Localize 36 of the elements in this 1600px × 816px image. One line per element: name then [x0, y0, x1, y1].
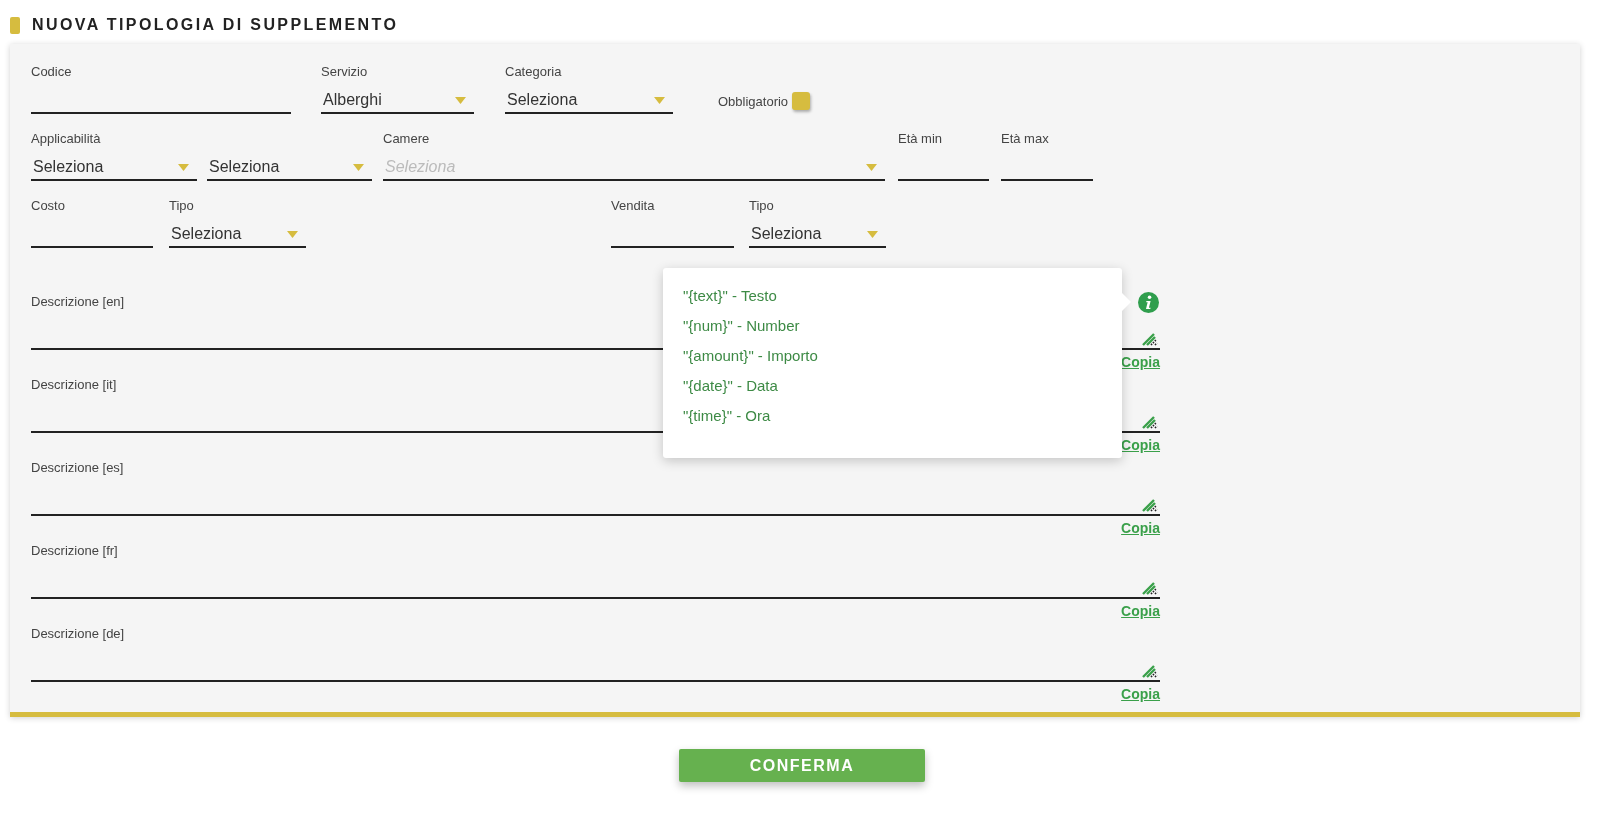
- placeholder-hint: "{amount}" - Importo: [683, 346, 819, 366]
- placeholder-hint: "{text}" - Testo: [683, 286, 778, 306]
- field-label: Camere: [383, 131, 431, 147]
- placeholder-hint: "{num}" - Number: [683, 316, 801, 336]
- field-label: Età min: [898, 131, 944, 147]
- confirm-button[interactable]: CONFERMA: [679, 749, 925, 782]
- dropdown[interactable]: Seleziona: [383, 155, 885, 181]
- field-label: Costo: [31, 198, 66, 214]
- field-label: Età max: [1001, 131, 1050, 147]
- field-label: Categoria: [505, 64, 563, 80]
- field-label: Vendita: [611, 198, 656, 214]
- field-label: Tipo: [749, 198, 775, 214]
- page-title: NUOVA TIPOLOGIA DI SUPPLEMENTO: [32, 16, 399, 34]
- field-label: Servizio: [321, 64, 369, 80]
- checkbox-label: Obbligatorio: [718, 93, 789, 109]
- copy-link[interactable]: Copia: [1121, 437, 1160, 454]
- placeholder-hint: "{time}" - Ora: [683, 406, 772, 426]
- copy-link[interactable]: Copia: [1121, 603, 1160, 620]
- field-label: Codice: [31, 64, 73, 80]
- placeholder-hint: "{date}" - Data: [683, 376, 779, 396]
- field-label: Applicabilità: [31, 131, 102, 147]
- copy-link[interactable]: Copia: [1121, 686, 1160, 703]
- field-label: Descrizione [es]: [31, 460, 124, 476]
- field-label: Descrizione [en]: [31, 294, 125, 310]
- copy-link[interactable]: Copia: [1121, 520, 1160, 537]
- dropdown[interactable]: Seleziona: [207, 155, 372, 181]
- field-label: Descrizione [de]: [31, 626, 125, 642]
- dropdown[interactable]: Seleziona: [505, 88, 673, 114]
- dropdown[interactable]: Seleziona: [31, 155, 197, 181]
- copy-link[interactable]: Copia: [1121, 354, 1160, 371]
- dropdown[interactable]: Seleziona: [169, 222, 306, 248]
- dropdown[interactable]: Seleziona: [749, 222, 886, 248]
- field-label: Descrizione [fr]: [31, 543, 118, 559]
- dropdown[interactable]: Alberghi: [321, 88, 474, 114]
- field-label: Tipo: [169, 198, 195, 214]
- field-label: Descrizione [it]: [31, 377, 117, 393]
